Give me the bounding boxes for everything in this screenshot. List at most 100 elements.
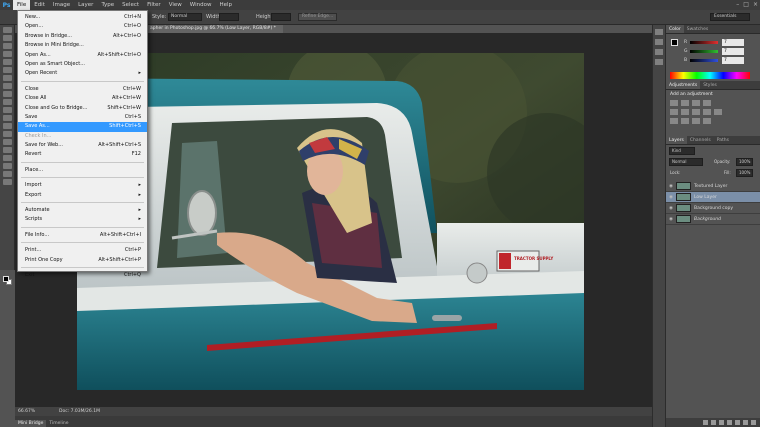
menu-item-revert[interactable]: Revert F12 bbox=[18, 150, 147, 159]
menu-select[interactable]: Select bbox=[118, 0, 143, 10]
refine-edge-button[interactable]: Refine Edge... bbox=[298, 13, 338, 21]
green-value[interactable]: 7 bbox=[722, 48, 744, 55]
eraser-tool-icon[interactable] bbox=[2, 107, 12, 113]
menu-item-import[interactable]: Import ▸ bbox=[18, 181, 147, 190]
menu-window[interactable]: Window bbox=[186, 0, 216, 10]
menu-item-export[interactable]: Export ▸ bbox=[18, 191, 147, 200]
character-icon[interactable] bbox=[655, 49, 663, 55]
menu-item-save-as[interactable]: Save As... Shift+Ctrl+S bbox=[18, 122, 147, 132]
exposure-icon[interactable] bbox=[703, 100, 711, 106]
menu-item-close[interactable]: Close Ctrl+W bbox=[18, 85, 147, 94]
green-slider[interactable] bbox=[690, 50, 718, 53]
blue-value[interactable]: 7 bbox=[722, 57, 744, 64]
black-white-icon[interactable] bbox=[703, 109, 711, 115]
curves-icon[interactable] bbox=[692, 100, 700, 106]
tab-adjustments[interactable]: Adjustments bbox=[666, 81, 701, 89]
invert-icon[interactable] bbox=[670, 118, 678, 124]
menu-item-browse-mini-bridge[interactable]: Browse in Mini Bridge... bbox=[18, 41, 147, 50]
document-tab[interactable]: apher in Photoshop.jpg @ 66.7% (Low Laye… bbox=[148, 25, 283, 33]
history-brush-tool-icon[interactable] bbox=[2, 99, 12, 105]
layer-row-textured[interactable]: ◉ Textured Layer bbox=[666, 181, 760, 192]
tab-layers[interactable]: Layers bbox=[666, 136, 687, 144]
hand-tool-icon[interactable] bbox=[2, 171, 12, 177]
delete-layer-icon[interactable] bbox=[751, 420, 756, 425]
tab-timeline[interactable]: Timeline bbox=[46, 420, 71, 427]
move-tool-icon[interactable] bbox=[2, 27, 12, 33]
tab-color[interactable]: Color bbox=[666, 25, 684, 33]
adjustment-layer-icon[interactable] bbox=[727, 420, 732, 425]
eyedropper-tool-icon[interactable] bbox=[2, 67, 12, 73]
menu-item-open-smart-object[interactable]: Open as Smart Object... bbox=[18, 60, 147, 69]
visibility-eye-icon[interactable]: ◉ bbox=[666, 184, 676, 189]
hue-saturation-icon[interactable] bbox=[681, 109, 689, 115]
layer-row-background-copy[interactable]: ◉ Background copy bbox=[666, 203, 760, 214]
posterize-icon[interactable] bbox=[681, 118, 689, 124]
menu-item-automate[interactable]: Automate ▸ bbox=[18, 206, 147, 215]
zoom-level[interactable]: 66.67% bbox=[18, 407, 35, 416]
minimize-icon[interactable]: – bbox=[736, 1, 739, 8]
dodge-tool-icon[interactable] bbox=[2, 131, 12, 137]
color-spectrum[interactable] bbox=[670, 72, 750, 79]
menu-item-exit[interactable]: Exit Ctrl+Q bbox=[18, 271, 147, 280]
blue-slider[interactable] bbox=[690, 59, 718, 62]
levels-icon[interactable] bbox=[681, 100, 689, 106]
pen-tool-icon[interactable] bbox=[2, 139, 12, 145]
color-balance-icon[interactable] bbox=[692, 109, 700, 115]
menu-item-new[interactable]: New... Ctrl+N bbox=[18, 13, 147, 22]
zoom-tool-icon[interactable] bbox=[2, 179, 12, 185]
healing-tool-icon[interactable] bbox=[2, 75, 12, 81]
red-slider[interactable] bbox=[690, 41, 718, 44]
layer-row-background[interactable]: ◉ Background bbox=[666, 214, 760, 225]
close-icon[interactable]: × bbox=[753, 1, 758, 8]
workspace-select[interactable]: Essentials bbox=[710, 13, 750, 21]
lasso-tool-icon[interactable] bbox=[2, 43, 12, 49]
crop-tool-icon[interactable] bbox=[2, 59, 12, 65]
foreground-color-swatch[interactable] bbox=[3, 276, 9, 282]
menu-item-print[interactable]: Print... Ctrl+P bbox=[18, 246, 147, 255]
menu-item-close-go-bridge[interactable]: Close and Go to Bridge... Shift+Ctrl+W bbox=[18, 104, 147, 113]
fx-icon[interactable] bbox=[711, 420, 716, 425]
brush-tool-icon[interactable] bbox=[2, 83, 12, 89]
tab-swatches[interactable]: Swatches bbox=[684, 25, 712, 33]
quick-select-tool-icon[interactable] bbox=[2, 51, 12, 57]
type-tool-icon[interactable] bbox=[2, 147, 12, 153]
shape-tool-icon[interactable] bbox=[2, 163, 12, 169]
mask-icon[interactable] bbox=[719, 420, 724, 425]
tab-paths[interactable]: Paths bbox=[714, 136, 732, 144]
photo-filter-icon[interactable] bbox=[714, 109, 722, 115]
red-value[interactable]: 7 bbox=[722, 39, 744, 46]
menu-item-close-all[interactable]: Close All Alt+Ctrl+W bbox=[18, 94, 147, 103]
tab-channels[interactable]: Channels bbox=[687, 136, 714, 144]
properties-icon[interactable] bbox=[655, 39, 663, 45]
menu-item-open[interactable]: Open... Ctrl+O bbox=[18, 22, 147, 31]
layer-kind-filter[interactable]: Kind bbox=[669, 147, 695, 155]
width-input[interactable] bbox=[219, 13, 239, 21]
menu-item-save-for-web[interactable]: Save for Web... Alt+Shift+Ctrl+S bbox=[18, 141, 147, 150]
menu-image[interactable]: Image bbox=[49, 0, 74, 10]
menu-help[interactable]: Help bbox=[215, 0, 236, 10]
visibility-eye-icon[interactable]: ◉ bbox=[666, 217, 676, 222]
layer-row-low[interactable]: ◉ Low Layer bbox=[666, 192, 760, 203]
visibility-eye-icon[interactable]: ◉ bbox=[666, 206, 676, 211]
menu-item-open-recent[interactable]: Open Recent ▸ bbox=[18, 69, 147, 78]
marquee-tool-icon[interactable] bbox=[2, 35, 12, 41]
gradient-tool-icon[interactable] bbox=[2, 115, 12, 121]
tab-styles[interactable]: Styles bbox=[700, 81, 720, 89]
clone-stamp-tool-icon[interactable] bbox=[2, 91, 12, 97]
brightness-icon[interactable] bbox=[670, 100, 678, 106]
path-select-tool-icon[interactable] bbox=[2, 155, 12, 161]
history-icon[interactable] bbox=[655, 29, 663, 35]
height-input[interactable] bbox=[271, 13, 291, 21]
menu-item-place[interactable]: Place... bbox=[18, 166, 147, 175]
menu-item-save[interactable]: Save Ctrl+S bbox=[18, 113, 147, 122]
new-layer-icon[interactable] bbox=[743, 420, 748, 425]
opacity-input[interactable]: 100% bbox=[736, 158, 753, 166]
menu-item-print-one-copy[interactable]: Print One Copy Alt+Shift+Ctrl+P bbox=[18, 256, 147, 265]
menu-item-browse-bridge[interactable]: Browse in Bridge... Alt+Ctrl+O bbox=[18, 32, 147, 41]
tab-mini-bridge[interactable]: Mini Bridge bbox=[15, 420, 47, 427]
gradient-map-icon[interactable] bbox=[703, 118, 711, 124]
fill-input[interactable]: 100% bbox=[736, 169, 753, 177]
vibrance-icon[interactable] bbox=[670, 109, 678, 115]
new-group-icon[interactable] bbox=[735, 420, 740, 425]
menu-type[interactable]: Type bbox=[97, 0, 118, 10]
